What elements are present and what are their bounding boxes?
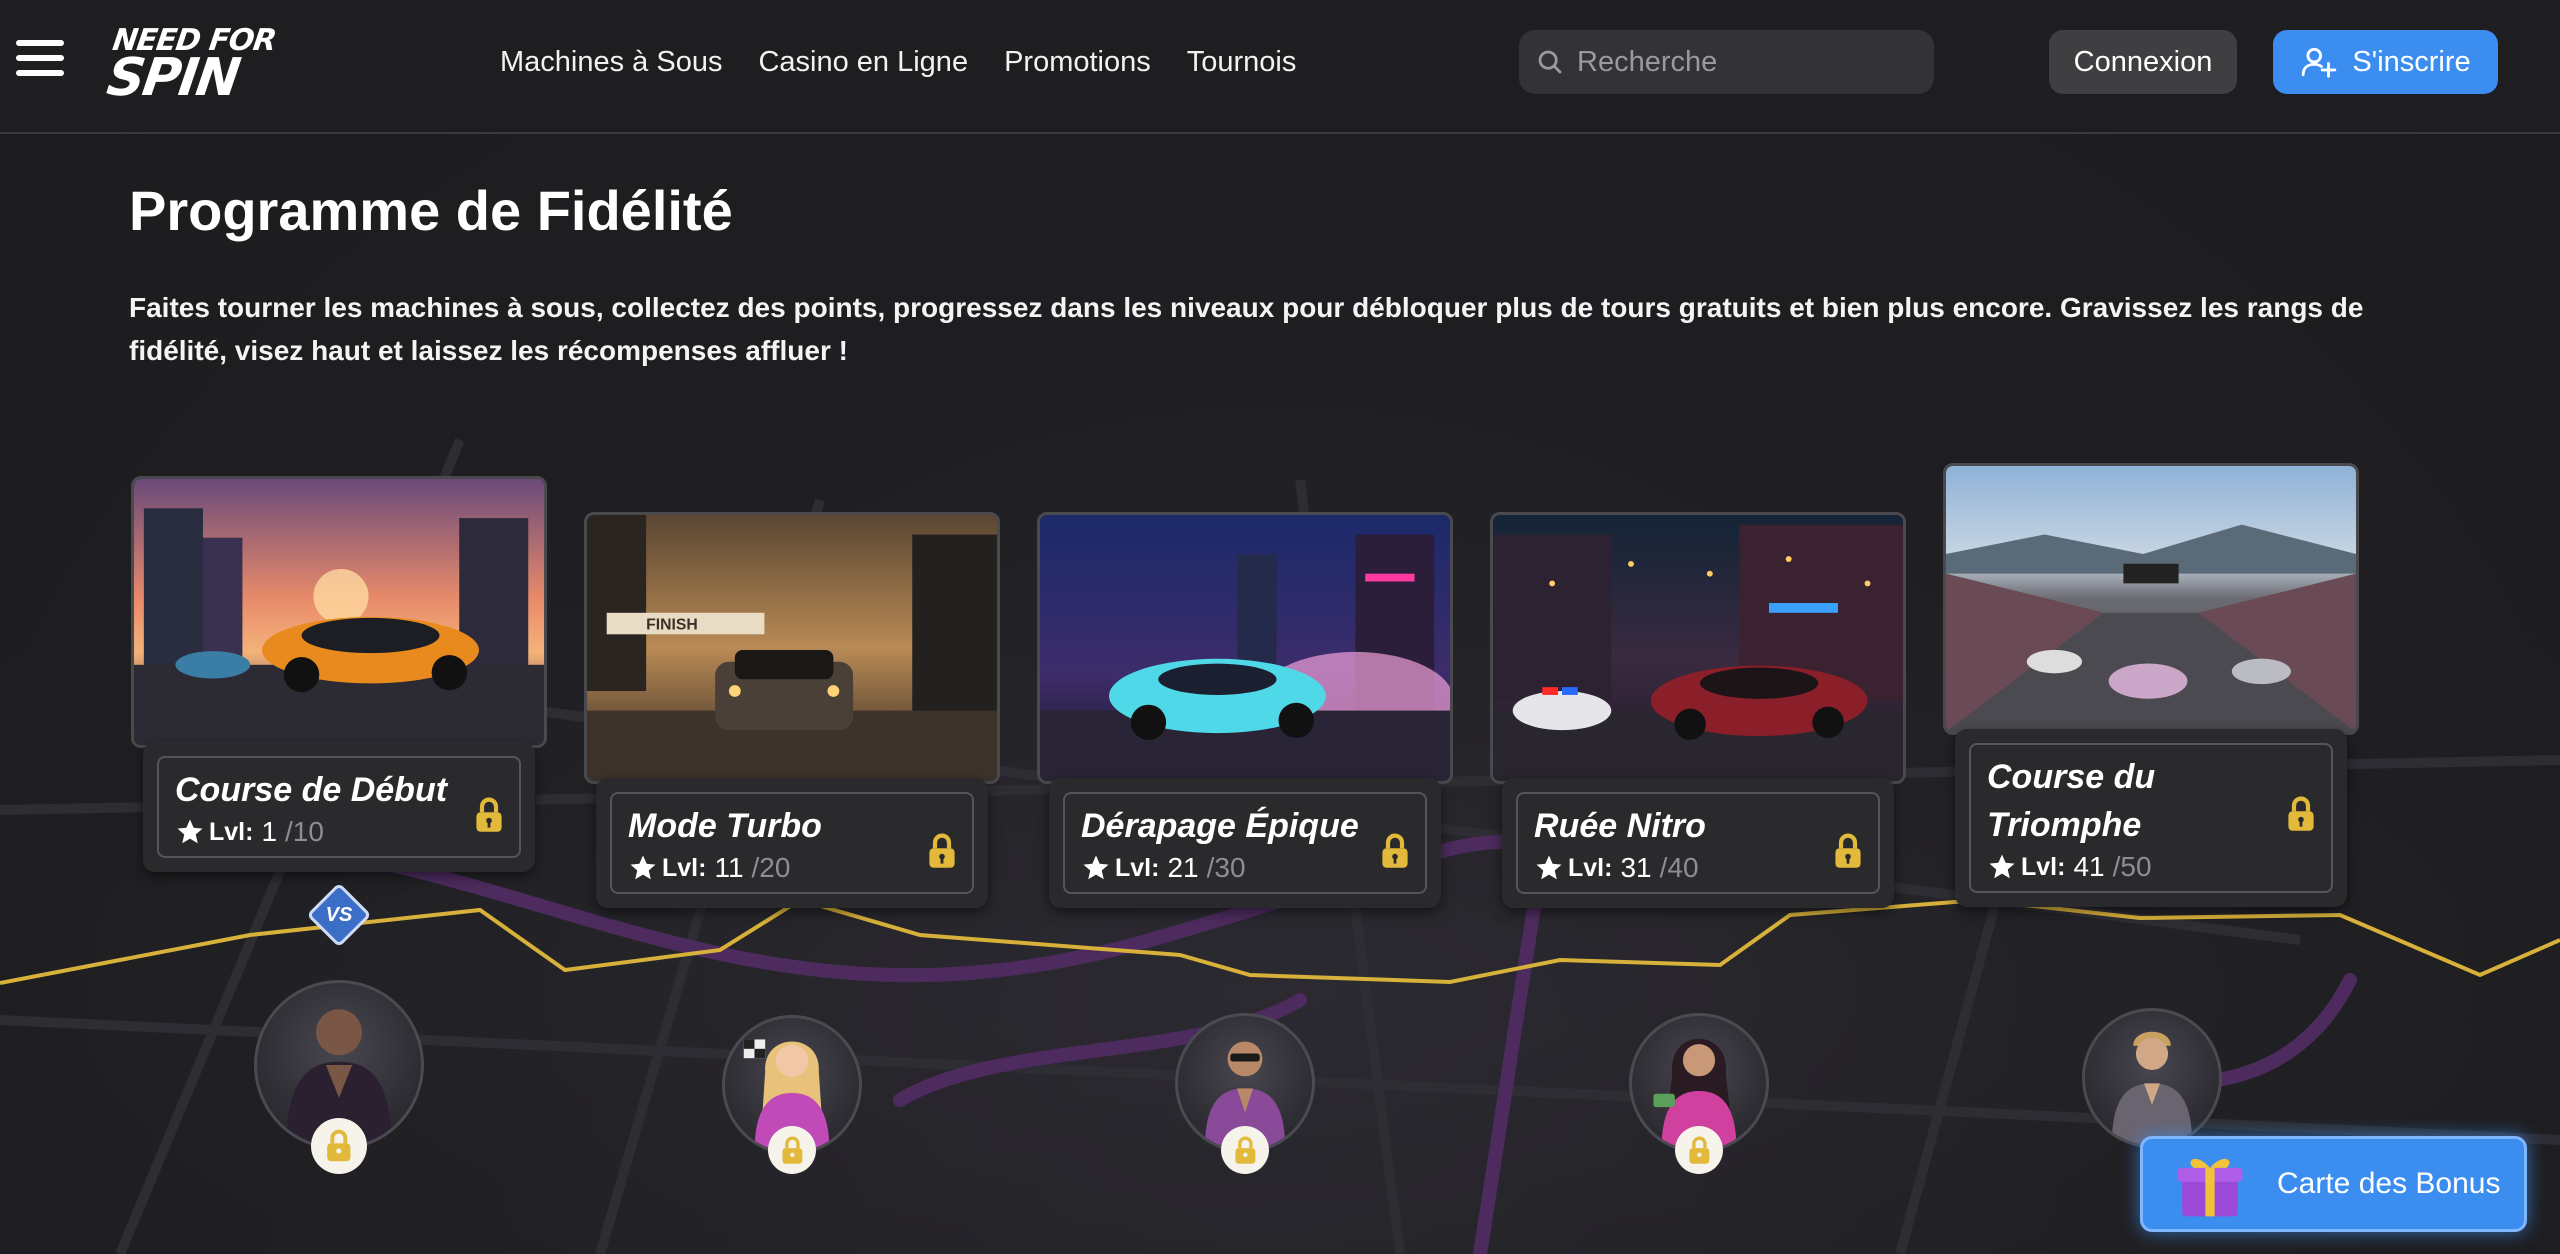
star-icon bbox=[630, 855, 656, 880]
level-info: Course de Début Lvl: 1 /10 bbox=[143, 742, 535, 872]
level-max: /30 bbox=[1206, 852, 1246, 883]
svg-text:FINISH: FINISH bbox=[646, 616, 698, 633]
search-box[interactable] bbox=[1519, 30, 1934, 94]
neon-drift-car-image bbox=[1040, 515, 1450, 781]
level-info: Ruée Nitro Lvl: 31 /40 bbox=[1502, 778, 1894, 908]
level-card-4[interactable]: Ruée Nitro Lvl: 31 /40 bbox=[1490, 512, 1906, 908]
star-icon bbox=[1989, 854, 2015, 879]
level-label: Lvl: bbox=[209, 817, 254, 846]
star-icon bbox=[1536, 855, 1562, 880]
character-portrait bbox=[2111, 1031, 2193, 1145]
search-input[interactable] bbox=[1577, 45, 1917, 79]
search-icon bbox=[1538, 50, 1562, 74]
level-current: 41 bbox=[2073, 851, 2105, 882]
nav-item-slots[interactable]: Machines à Sous bbox=[500, 40, 722, 84]
level-current: 31 bbox=[1620, 852, 1652, 883]
signup-label: S'inscrire bbox=[2352, 45, 2471, 78]
level-image[interactable] bbox=[131, 476, 547, 748]
avatar-lock-4 bbox=[1675, 1126, 1723, 1174]
logo-line-2: SPIN bbox=[103, 48, 243, 108]
level-image[interactable] bbox=[1490, 512, 1906, 784]
lock-icon bbox=[1835, 833, 1861, 868]
lock-icon bbox=[476, 797, 502, 832]
lock-icon bbox=[1382, 833, 1408, 868]
lock-icon bbox=[2288, 796, 2314, 831]
level-info: Course du Triomphe Lvl: 41 /50 bbox=[1955, 729, 2347, 907]
level-label: Lvl: bbox=[2021, 852, 2066, 881]
level-label: Lvl: bbox=[662, 853, 707, 882]
add-user-icon bbox=[2302, 47, 2337, 78]
gift-icon bbox=[2177, 1158, 2243, 1217]
avatar-blond-man[interactable] bbox=[2082, 1008, 2222, 1148]
bonus-map-button[interactable]: Carte des Bonus bbox=[2140, 1136, 2527, 1232]
avatar-lock-3 bbox=[1221, 1126, 1269, 1174]
level-label: Lvl: bbox=[1568, 853, 1613, 882]
star-icon bbox=[177, 819, 203, 844]
level-current: 11 bbox=[714, 852, 744, 883]
level-max: /20 bbox=[751, 852, 791, 883]
nav-item-promotions[interactable]: Promotions bbox=[1004, 40, 1151, 84]
sunset-race-car-image bbox=[134, 479, 544, 745]
bonus-map-label: Carte des Bonus bbox=[2277, 1167, 2501, 1200]
level-name: Mode Turbo bbox=[628, 807, 822, 845]
top-header: NEED FOR SPIN Machines à Sous Casino en … bbox=[0, 0, 2560, 134]
lock-icon bbox=[929, 833, 955, 868]
level-card-2[interactable]: FINISH Mode Turbo Lvl: 11 /20 bbox=[584, 512, 1000, 908]
avatar-lock-2 bbox=[768, 1126, 816, 1174]
menu-icon[interactable] bbox=[16, 40, 64, 80]
page-title: Programme de Fidélité bbox=[129, 179, 733, 242]
level-image[interactable]: FINISH bbox=[584, 512, 1000, 784]
level-max: /10 bbox=[285, 816, 324, 847]
logo[interactable]: NEED FOR SPIN bbox=[103, 23, 305, 108]
lock-icon bbox=[327, 1129, 351, 1162]
police-chase-car-image bbox=[1493, 515, 1903, 781]
level-card-5[interactable]: Course du Triomphe Lvl: 41 /50 bbox=[1943, 463, 2359, 907]
finish-line-car-image: FINISH bbox=[587, 515, 997, 781]
level-card-1[interactable]: Course de Début Lvl: 1 /10 bbox=[131, 476, 547, 872]
nav-item-tournaments[interactable]: Tournois bbox=[1187, 40, 1297, 84]
star-icon bbox=[1083, 855, 1109, 880]
level-name: Dérapage Épique bbox=[1081, 807, 1359, 845]
avatar-lock-1 bbox=[311, 1118, 367, 1174]
level-name: Course de Début bbox=[175, 771, 448, 809]
nav-item-casino[interactable]: Casino en Ligne bbox=[758, 40, 968, 84]
signup-button[interactable]: S'inscrire bbox=[2273, 30, 2498, 94]
level-label: Lvl: bbox=[1115, 853, 1160, 882]
login-button[interactable]: Connexion bbox=[2049, 30, 2237, 94]
page: NEED FOR SPIN Machines à Sous Casino en … bbox=[0, 0, 2560, 1254]
lock-icon bbox=[1235, 1136, 1255, 1164]
vs-label: VS bbox=[325, 904, 353, 926]
level-name: Ruée Nitro bbox=[1534, 807, 1706, 845]
main-nav: Machines à Sous Casino en Ligne Promotio… bbox=[500, 40, 1296, 84]
level-info: Mode Turbo Lvl: 11 /20 bbox=[596, 778, 988, 908]
stadium-race-image bbox=[1946, 466, 2356, 732]
level-info: Dérapage Épique Lvl: 21 /30 bbox=[1049, 778, 1441, 908]
page-description: Faites tourner les machines à sous, coll… bbox=[129, 292, 2364, 366]
level-name: Course du Triomphe bbox=[1987, 758, 2156, 844]
level-max: /40 bbox=[1659, 852, 1699, 883]
level-current: 1 bbox=[261, 816, 278, 847]
level-current: 21 bbox=[1167, 852, 1199, 883]
level-card-3[interactable]: Dérapage Épique Lvl: 21 /30 bbox=[1037, 512, 1453, 908]
lock-icon bbox=[1689, 1136, 1709, 1164]
level-max: /50 bbox=[2112, 851, 2152, 882]
level-image[interactable] bbox=[1943, 463, 2359, 735]
lock-icon bbox=[782, 1136, 802, 1164]
level-image[interactable] bbox=[1037, 512, 1453, 784]
